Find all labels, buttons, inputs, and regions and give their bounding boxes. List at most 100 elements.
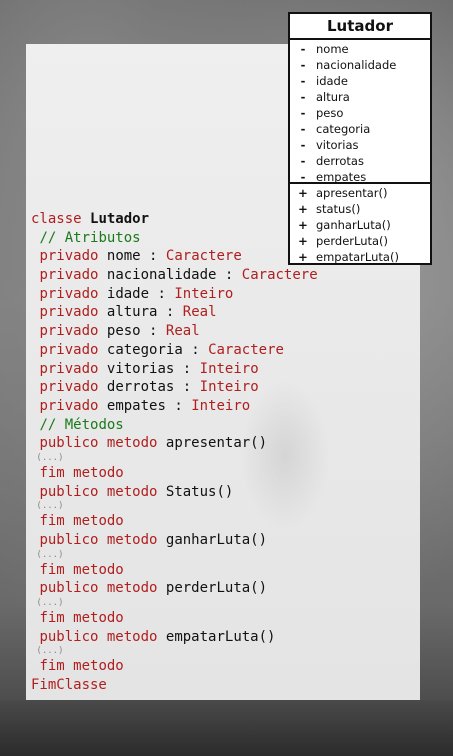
attribute-declaration: privado nome : Caractere	[31, 247, 318, 266]
private-symbol: -	[300, 154, 306, 168]
attribute-name: empates	[106, 397, 166, 414]
attribute-type: Caractere	[241, 267, 318, 284]
attribute-declaration: privado vitorias : Inteiro	[31, 360, 318, 379]
attribute-name: nome	[106, 248, 141, 265]
comment-text: // Atributos	[39, 229, 141, 246]
uml-attribute: - vitorias	[290, 137, 430, 153]
attribute-name: peso	[106, 323, 141, 340]
uml-attribute-name: nacionalidade	[316, 58, 397, 72]
private-keyword: privado	[39, 360, 99, 377]
method-declaration: publico metodo apresentar()	[31, 434, 318, 453]
private-symbol: -	[300, 138, 306, 152]
class-name: Lutador	[90, 211, 150, 227]
end-method-keyword: fim metodo	[39, 464, 124, 481]
method-declaration: publico metodo perderLuta()	[31, 579, 318, 598]
uml-method-name: ganharLuta()	[316, 218, 391, 232]
method-end: fim metodo	[31, 609, 318, 628]
private-symbol: -	[300, 122, 306, 136]
attribute-name: vitorias	[106, 360, 175, 377]
uml-attribute: - nacionalidade	[290, 57, 430, 73]
public-method-keyword: publico metodo	[39, 532, 158, 548]
private-keyword: privado	[39, 397, 99, 414]
method-body-ellipsis: (...)	[31, 550, 318, 561]
colon: :	[182, 379, 192, 396]
pseudocode-block: classe Lutador // Atributos privado nome…	[31, 210, 318, 695]
method-declaration: publico metodo empatarLuta()	[31, 628, 318, 647]
attribute-type: Caractere	[165, 248, 242, 265]
uml-method-name: perderLuta()	[316, 234, 389, 248]
private-keyword: privado	[39, 285, 99, 302]
attribute-type: Inteiro	[199, 360, 259, 377]
ellipsis-text: (...)	[36, 452, 64, 463]
private-symbol: -	[300, 90, 306, 104]
uml-attribute: - categoria	[290, 121, 430, 137]
uml-attribute: - idade	[290, 73, 430, 89]
public-method-keyword: publico metodo	[39, 580, 158, 597]
public-method-keyword: publico metodo	[39, 435, 158, 452]
uml-attributes: - nome - nacionalidade - idade - altura - pes…	[290, 40, 430, 184]
ellipsis-text: (...)	[36, 501, 64, 512]
uml-method-name: apresentar()	[316, 186, 388, 200]
attribute-type: Real	[165, 323, 200, 340]
uml-attribute: - empates	[290, 169, 430, 185]
uml-attribute: - derrotas	[290, 153, 430, 169]
bottom-bar	[0, 700, 453, 756]
method-name: ganharLuta()	[165, 532, 268, 548]
colon: :	[157, 285, 166, 302]
private-symbol: -	[300, 170, 306, 184]
public-method-keyword: publico metodo	[39, 628, 158, 645]
attribute-name: altura	[106, 304, 158, 321]
attribute-name: nacionalidade	[106, 267, 217, 284]
colon: :	[149, 248, 158, 265]
method-name: perderLuta()	[165, 580, 268, 597]
colon: :	[224, 267, 234, 284]
attributes-comment: // Atributos	[31, 229, 318, 248]
end-method-keyword: fim metodo	[39, 513, 124, 530]
attribute-declaration: privado derrotas : Inteiro	[31, 378, 318, 397]
end-method-keyword: fim metodo	[39, 610, 124, 627]
end-method-keyword: fim metodo	[39, 561, 124, 578]
private-symbol: -	[300, 106, 306, 120]
private-keyword: privado	[39, 323, 99, 340]
end-method-keyword: fim metodo	[39, 658, 124, 675]
uml-attribute: - altura	[290, 89, 430, 105]
private-keyword: privado	[39, 379, 99, 396]
private-symbol: -	[300, 74, 306, 88]
ellipsis-text: (...)	[36, 598, 64, 609]
attribute-declaration: privado altura : Real	[31, 303, 318, 322]
private-keyword: privado	[39, 267, 99, 284]
colon: :	[165, 304, 175, 321]
attribute-type: Inteiro	[174, 285, 234, 302]
private-symbol: -	[300, 42, 306, 56]
method-end: fim metodo	[31, 512, 318, 531]
attribute-name: derrotas	[106, 379, 175, 396]
uml-attribute: - peso	[290, 105, 430, 121]
attribute-declaration: privado empates : Inteiro	[31, 397, 318, 416]
uml-method: + apresentar()	[290, 185, 430, 201]
uml-class-title: Lutador	[290, 14, 430, 40]
uml-attribute: - nome	[290, 41, 430, 57]
ellipsis-text: (...)	[36, 549, 64, 560]
private-keyword: privado	[39, 248, 99, 265]
uml-attribute-name: empates	[316, 170, 367, 184]
attribute-type: Real	[182, 304, 217, 321]
methods-comment: // Métodos	[31, 416, 318, 435]
method-name: Status()	[165, 483, 234, 500]
attribute-name: idade	[106, 285, 150, 302]
uml-attribute-name: idade	[316, 74, 348, 88]
method-end: fim metodo	[31, 657, 318, 676]
attribute-declaration: privado categoria : Caractere	[31, 341, 318, 360]
colon: :	[191, 341, 200, 358]
uml-attribute-name: altura	[316, 90, 350, 104]
public-method-keyword: publico metodo	[39, 483, 158, 500]
method-declaration: publico metodo ganharLuta()	[31, 531, 318, 550]
method-body-ellipsis: (...)	[31, 501, 318, 512]
method-body-ellipsis: (...)	[31, 453, 318, 464]
uml-attribute-name: vitorias	[316, 138, 359, 152]
private-keyword: privado	[39, 304, 99, 321]
uml-attribute-name: derrotas	[316, 154, 364, 168]
end-class-keyword: FimClasse	[31, 677, 107, 694]
method-name: empatarLuta()	[165, 628, 276, 645]
method-body-ellipsis: (...)	[31, 646, 318, 657]
method-end: fim metodo	[31, 464, 318, 483]
